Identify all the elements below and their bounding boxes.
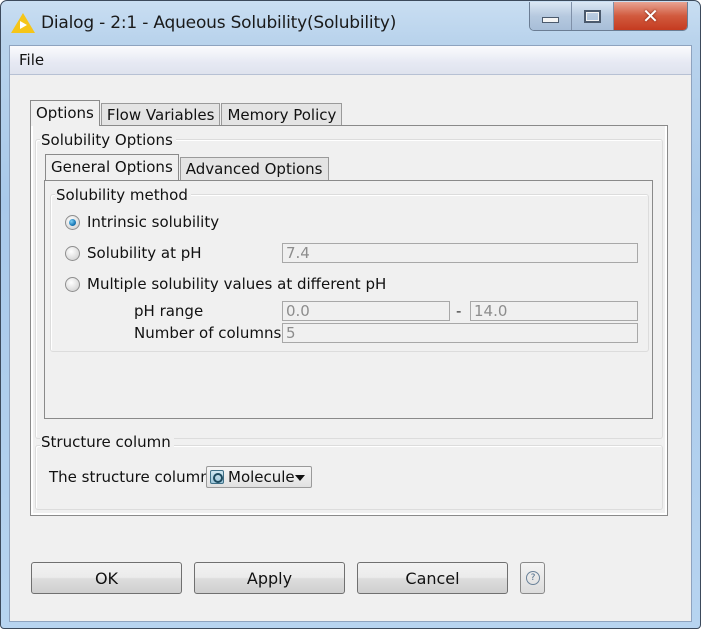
menu-file[interactable]: File — [19, 51, 44, 69]
ph-value-field[interactable]: 7.4 — [282, 243, 638, 263]
tab-options[interactable]: Options — [30, 100, 100, 126]
structure-column-label: The structure column — [49, 468, 210, 486]
radio-solubility-at-ph[interactable] — [65, 246, 80, 261]
label-multiple-solubility[interactable]: Multiple solubility values at different … — [87, 275, 386, 293]
tab-advanced-options[interactable]: Advanced Options — [179, 157, 329, 180]
tab-general-options[interactable]: General Options — [45, 154, 179, 180]
tab-flow-variables[interactable]: Flow Variables — [100, 103, 221, 126]
tab-memory-policy[interactable]: Memory Policy — [221, 103, 343, 126]
dialog-client-area: File Options Flow Variables Memory Polic… — [9, 45, 692, 622]
close-button[interactable]: ✕ — [613, 2, 687, 30]
num-columns-label: Number of columns — [134, 324, 282, 342]
radio-intrinsic-solubility[interactable] — [65, 215, 80, 230]
structure-column-select[interactable]: Molecule — [206, 466, 312, 488]
maximize-icon — [584, 9, 601, 23]
molecule-icon — [210, 470, 224, 484]
knime-logo-icon — [11, 13, 35, 33]
inner-tab-bar: General Options Advanced Options — [45, 154, 330, 180]
ph-range-max-field[interactable]: 14.0 — [470, 301, 638, 321]
general-options-panel: Solubility method Intrinsic solubility S… — [44, 180, 653, 419]
ph-range-min-field[interactable]: 0.0 — [282, 301, 450, 321]
structure-column-value: Molecule — [228, 468, 295, 486]
outer-tab-bar: Options Flow Variables Memory Policy — [30, 100, 343, 126]
ok-button[interactable]: OK — [31, 562, 182, 594]
minimize-button[interactable] — [530, 2, 571, 30]
window-title: Dialog - 2:1 - Aqueous Solubility(Solubi… — [41, 13, 397, 33]
help-icon: ? — [526, 571, 540, 585]
structure-column-legend: Structure column — [40, 433, 174, 451]
ph-range-separator: - — [456, 302, 462, 320]
ph-range-label: pH range — [134, 302, 204, 320]
solubility-options-legend: Solubility Options — [40, 131, 176, 149]
options-panel: Solubility Options General Options Advan… — [30, 125, 668, 516]
radio-multiple-solubility[interactable] — [65, 277, 80, 292]
label-intrinsic-solubility[interactable]: Intrinsic solubility — [87, 213, 219, 231]
label-solubility-at-ph[interactable]: Solubility at pH — [87, 244, 202, 262]
close-icon: ✕ — [642, 4, 659, 28]
cancel-button[interactable]: Cancel — [357, 562, 508, 594]
title-bar[interactable]: Dialog - 2:1 - Aqueous Solubility(Solubi… — [1, 1, 700, 45]
menu-bar: File — [10, 46, 691, 75]
minimize-icon — [542, 17, 559, 23]
apply-button[interactable]: Apply — [194, 562, 345, 594]
maximize-button[interactable] — [571, 2, 613, 30]
solubility-method-legend: Solubility method — [55, 186, 191, 204]
dialog-window: Dialog - 2:1 - Aqueous Solubility(Solubi… — [0, 0, 701, 629]
num-columns-field[interactable]: 5 — [282, 323, 638, 343]
chevron-down-icon — [295, 475, 305, 481]
help-button[interactable]: ? — [520, 562, 545, 594]
window-controls: ✕ — [529, 2, 688, 31]
